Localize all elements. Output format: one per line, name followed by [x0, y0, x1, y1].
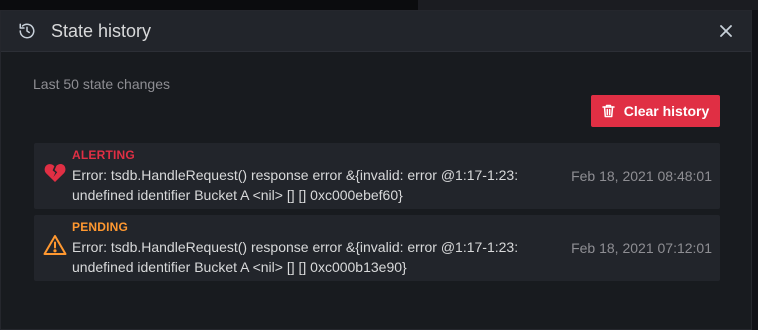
list-item: ALERTING Error: tsdb.HandleRequest() res…	[34, 143, 720, 209]
close-icon[interactable]	[717, 22, 735, 40]
state-timestamp: Feb 18, 2021 08:48:01	[571, 168, 712, 184]
warning-triangle-icon	[43, 233, 67, 257]
history-icon	[17, 21, 37, 41]
state-history-list: ALERTING Error: tsdb.HandleRequest() res…	[34, 143, 720, 287]
state-label-alerting: ALERTING	[72, 148, 135, 162]
modal-header: State history	[1, 11, 751, 52]
trash-icon	[601, 104, 615, 118]
state-message: Error: tsdb.HandleRequest() response err…	[72, 239, 519, 275]
page-toolbar-backdrop	[418, 0, 758, 10]
heart-break-icon	[43, 161, 67, 185]
list-item: PENDING Error: tsdb.HandleRequest() resp…	[34, 215, 720, 281]
clear-history-label: Clear history	[623, 103, 710, 119]
state-timestamp: Feb 18, 2021 07:12:01	[571, 240, 712, 256]
state-message: Error: tsdb.HandleRequest() response err…	[72, 167, 519, 203]
state-label-pending: PENDING	[72, 220, 129, 234]
state-changes-subtitle: Last 50 state changes	[33, 76, 170, 92]
modal-title: State history	[51, 20, 152, 41]
clear-history-button[interactable]: Clear history	[591, 95, 720, 127]
